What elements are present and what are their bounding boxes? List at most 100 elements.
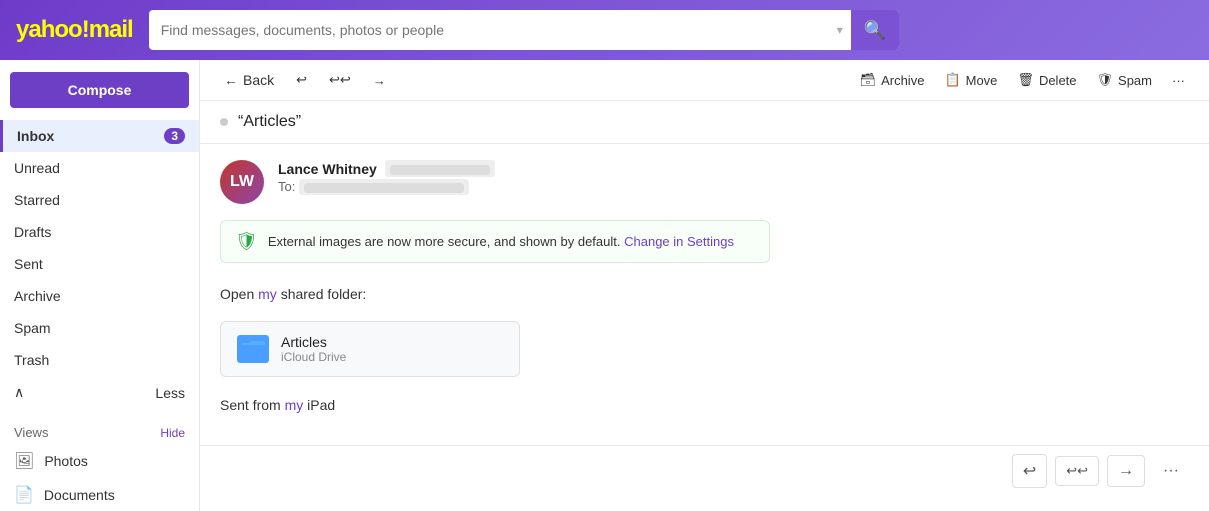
archive-button[interactable]: 🗃 Archive	[852, 68, 933, 92]
delete-button[interactable]: 🗑 Delete	[1009, 68, 1084, 92]
main-layout: Compose Inbox 3 Unread Starred Drafts Se…	[0, 60, 1209, 511]
photos-label: Photos	[44, 453, 88, 469]
reply-all-button[interactable]: ↩↩	[321, 68, 359, 92]
bottom-forward-button[interactable]: →	[1107, 455, 1145, 487]
toolbar-left: ← Back ↩ ↩↩ →	[216, 68, 844, 92]
logo: yahoo!mail	[16, 16, 133, 44]
sender-name: Lance Whitney	[278, 161, 377, 177]
move-button[interactable]: 📋 Move	[936, 68, 1005, 92]
sidebar-item-unread[interactable]: Unread	[0, 152, 199, 184]
change-settings-link[interactable]: Change in Settings	[624, 234, 734, 249]
sender-name-row: Lance Whitney	[278, 160, 1189, 177]
less-label: Less	[155, 385, 185, 401]
more-options-button[interactable]: ···	[1164, 69, 1193, 92]
to-address	[299, 179, 469, 195]
toolbar-right: 🗃 Archive 📋 Move 🗑 Delete 🛡 Spam ···	[852, 68, 1193, 92]
sidebar-drafts-label: Drafts	[14, 224, 51, 240]
move-icon: 📋	[944, 72, 960, 88]
bottom-toolbar: ↩ ↩↩ → ···	[200, 445, 1209, 496]
sidebar-item-archive[interactable]: Archive	[0, 280, 199, 312]
sidebar-spam-label: Spam	[14, 320, 51, 336]
reply-button[interactable]: ↩	[288, 68, 315, 92]
documents-icon: 📄	[14, 485, 34, 505]
back-label: Back	[243, 72, 274, 88]
compose-button[interactable]: Compose	[10, 72, 189, 108]
email-footer: Sent from my iPad	[220, 397, 1189, 413]
unread-dot	[220, 118, 228, 126]
sidebar-item-spam[interactable]: Spam	[0, 312, 199, 344]
spam-label: Spam	[1118, 73, 1152, 88]
delete-label: Delete	[1039, 73, 1077, 88]
views-label: Views	[14, 425, 48, 440]
documents-label: Documents	[44, 487, 115, 503]
email-toolbar: ← Back ↩ ↩↩ → 🗃 Archive �	[200, 60, 1209, 101]
sidebar-archive-label: Archive	[14, 288, 61, 304]
sidebar-views-section: Views Hide	[0, 417, 199, 444]
email-body: LW Lance Whitney To:	[200, 144, 1209, 445]
sidebar-less-toggle[interactable]: ∧ Less	[0, 376, 199, 409]
sidebar-item-trash[interactable]: Trash	[0, 344, 199, 376]
sender-row: LW Lance Whitney To:	[220, 160, 1189, 204]
spam-button[interactable]: 🛡 Spam	[1089, 68, 1160, 92]
reply-all-icon: ↩↩	[329, 72, 351, 88]
sidebar-sent-label: Sent	[14, 256, 43, 272]
sidebar-starred-label: Starred	[14, 192, 60, 208]
sender-to: To:	[278, 179, 1189, 194]
email-body-text: Open my shared folder:	[220, 283, 1189, 305]
logo-exclaim: !	[82, 16, 89, 43]
forward-icon: →	[373, 73, 386, 88]
back-button[interactable]: ← Back	[216, 68, 282, 92]
chevron-down-icon: ▾	[829, 23, 851, 37]
security-notice-text: External images are now more secure, and…	[268, 234, 621, 249]
bottom-reply-button[interactable]: ↩	[1012, 454, 1047, 488]
body-highlight: my	[258, 286, 277, 302]
folder-card[interactable]: Articles iCloud Drive	[220, 321, 520, 377]
security-notice: 🛡 External images are now more secure, a…	[220, 220, 770, 263]
sidebar: Compose Inbox 3 Unread Starred Drafts Se…	[0, 60, 200, 511]
email-subject-bar: “Articles”	[200, 101, 1209, 144]
search-button[interactable]: 🔍	[851, 10, 899, 50]
move-label: Move	[966, 73, 998, 88]
email-content-area: ← Back ↩ ↩↩ → 🗃 Archive �	[200, 60, 1209, 511]
folder-icon	[237, 335, 269, 363]
sidebar-item-drafts[interactable]: Drafts	[0, 216, 199, 248]
folder-service: iCloud Drive	[281, 350, 346, 364]
logo-mail: mail	[89, 16, 133, 43]
sidebar-item-documents[interactable]: 📄 Documents	[0, 478, 199, 511]
sidebar-item-sent[interactable]: Sent	[0, 248, 199, 280]
search-icon: 🔍	[864, 20, 886, 41]
sidebar-item-inbox[interactable]: Inbox 3	[0, 120, 199, 152]
bottom-reply-all-button[interactable]: ↩↩	[1055, 456, 1099, 486]
sender-info: Lance Whitney To:	[278, 160, 1189, 194]
trash-icon: 🗑	[1017, 72, 1034, 88]
security-text: External images are now more secure, and…	[268, 234, 734, 249]
sidebar-item-starred[interactable]: Starred	[0, 184, 199, 216]
logo-yahoo: yahoo	[16, 16, 82, 43]
bottom-more-button[interactable]: ···	[1153, 456, 1189, 486]
folder-name: Articles	[281, 334, 346, 350]
email-subject: “Articles”	[238, 113, 301, 131]
search-bar[interactable]: ▾ 🔍	[149, 10, 899, 50]
sidebar-item-photos[interactable]: 🖼 Photos	[0, 444, 199, 478]
sidebar-inbox-label: Inbox	[17, 128, 54, 144]
app-header: yahoo!mail ▾ 🔍	[0, 0, 1209, 60]
search-input[interactable]	[149, 22, 829, 38]
sidebar-unread-label: Unread	[14, 160, 60, 176]
spam-icon: 🛡	[1097, 72, 1114, 88]
folder-info: Articles iCloud Drive	[281, 334, 346, 364]
forward-button[interactable]: →	[365, 69, 394, 92]
sidebar-trash-label: Trash	[14, 352, 49, 368]
footer-highlight: my	[285, 397, 304, 413]
shield-icon: 🛡	[235, 231, 258, 252]
archive-label: Archive	[881, 73, 924, 88]
views-hide-button[interactable]: Hide	[160, 426, 185, 440]
arrow-left-icon: ←	[224, 72, 238, 88]
chevron-up-icon: ∧	[14, 384, 24, 401]
avatar: LW	[220, 160, 264, 204]
more-icon: ···	[1172, 73, 1185, 88]
reply-icon: ↩	[296, 72, 307, 88]
archive-icon: 🗃	[860, 72, 877, 88]
inbox-badge: 3	[164, 128, 185, 144]
sender-email	[385, 160, 495, 177]
photos-icon: 🖼	[14, 451, 34, 471]
